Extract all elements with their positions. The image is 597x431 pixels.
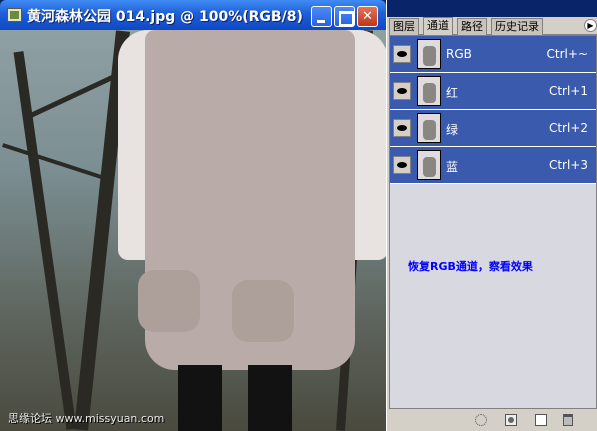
eye-icon[interactable] [393,156,411,174]
eye-icon[interactable] [393,45,411,63]
channel-shortcut: Ctrl+~ [546,47,588,61]
close-icon: ✕ [362,9,373,24]
channel-thumbnail [417,39,441,69]
image-file-icon [7,8,22,22]
channel-row-red[interactable]: 红 Ctrl+1 [390,73,596,110]
minimize-button[interactable] [311,6,332,27]
image-canvas[interactable]: 思缘论坛 www.missyuan.com [0,30,386,431]
delete-channel-icon[interactable] [563,414,573,426]
channel-list: RGB Ctrl+~ 红 Ctrl+1 绿 Ctrl+2 蓝 Ctrl+3 恢复… [389,35,597,409]
channel-thumbnail [417,76,441,106]
tab-layers[interactable]: 图层 [389,18,419,35]
tab-history[interactable]: 历史记录 [491,18,543,35]
panel-title-bar[interactable] [387,0,597,17]
close-button[interactable]: ✕ [357,6,378,27]
tree-branch [2,143,108,181]
leg [248,365,292,431]
annotation-note: 恢复RGB通道，察看效果 [408,260,533,273]
panel-tabs: 图层 通道 路径 历史记录 ▶ [389,17,597,35]
panel-menu-icon[interactable]: ▶ [584,19,597,32]
document-window: 黄河森林公园 014.jpg @ 100%(RGB/8) ✕ 思缘论坛 www.… [0,0,386,431]
panel-bottom-bar [389,411,597,429]
channel-name: 红 [446,86,459,100]
maximize-button[interactable] [334,6,355,27]
eye-icon[interactable] [393,82,411,100]
new-channel-icon[interactable] [535,414,547,426]
channel-name: RGB [446,47,472,61]
channel-name: 绿 [446,123,459,137]
save-selection-icon[interactable] [505,414,517,426]
channel-name: 蓝 [446,160,459,174]
channel-thumbnail [417,150,441,180]
channels-panel: 图层 通道 路径 历史记录 ▶ RGB Ctrl+~ 红 Ctrl+1 绿 Ct… [386,0,597,431]
channel-row-green[interactable]: 绿 Ctrl+2 [390,110,596,147]
channel-thumbnail [417,113,441,143]
channel-shortcut: Ctrl+1 [548,84,588,98]
leg [178,365,222,431]
channel-shortcut: Ctrl+3 [548,158,588,172]
eye-icon[interactable] [393,119,411,137]
window-title: 黄河森林公园 014.jpg @ 100%(RGB/8) [27,9,303,25]
channel-row-rgb[interactable]: RGB Ctrl+~ [390,36,596,73]
dress-pocket [138,270,200,332]
tab-channels[interactable]: 通道 [423,17,453,35]
tab-paths[interactable]: 路径 [457,18,487,35]
watermark: 思缘论坛 www.missyuan.com [8,412,165,425]
channel-row-blue[interactable]: 蓝 Ctrl+3 [390,147,596,184]
channel-shortcut: Ctrl+2 [548,121,588,135]
title-bar[interactable]: 黄河森林公园 014.jpg @ 100%(RGB/8) ✕ [0,0,386,30]
dress-pocket [232,280,294,342]
load-selection-icon[interactable] [475,414,487,426]
